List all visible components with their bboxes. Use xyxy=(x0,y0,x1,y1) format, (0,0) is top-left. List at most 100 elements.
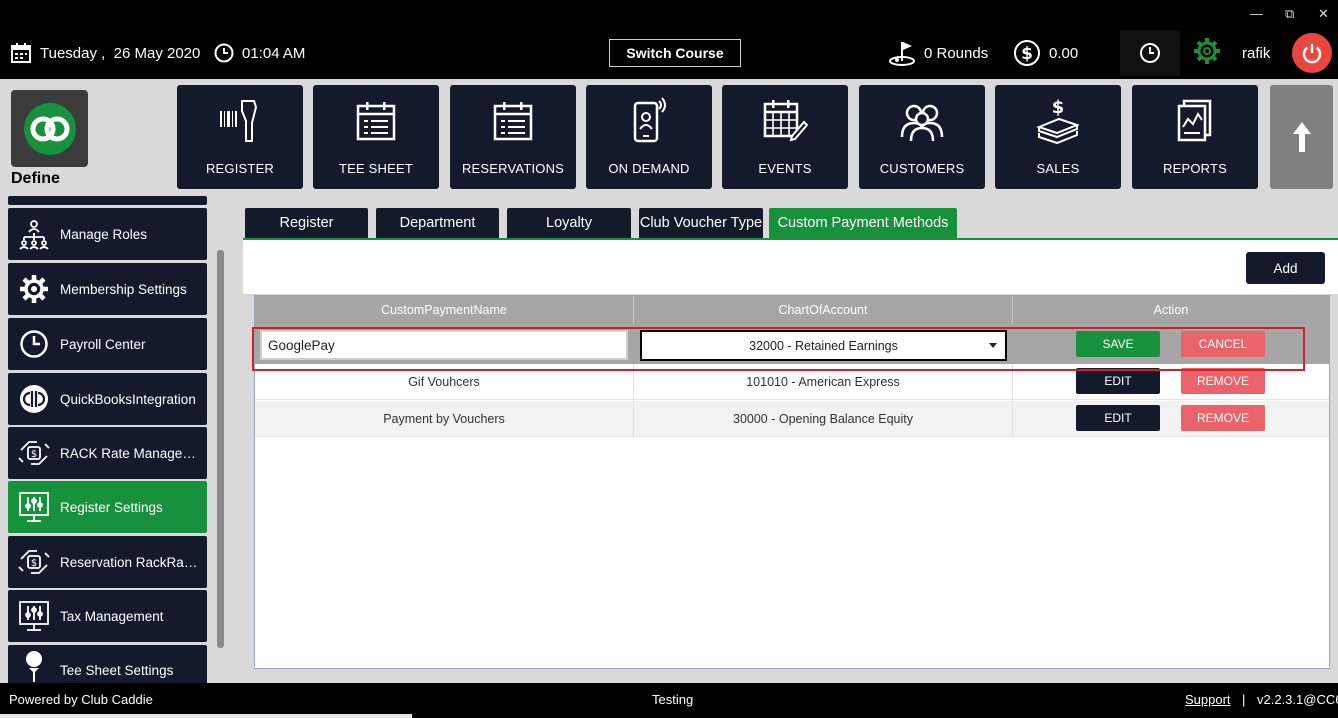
support-link[interactable]: Support xyxy=(1185,692,1231,707)
sidebar-item-label: RACK Rate Management xyxy=(60,445,200,461)
gear-icon xyxy=(20,275,48,303)
date-text: Tuesday , 26 May 2020 xyxy=(40,44,201,62)
sidebar-item-rack-rate[interactable]: $ RACK Rate Management xyxy=(8,427,207,479)
nav-sales[interactable]: $ SALES xyxy=(995,85,1121,189)
tab-loyalty[interactable]: Loyalty xyxy=(507,208,631,238)
action-cell: EDIT REMOVE xyxy=(1013,364,1329,400)
nav-events-label: EVENTS xyxy=(758,161,812,176)
action-cell: EDIT REMOVE xyxy=(1013,401,1329,437)
sidebar-item-tee-sheet-settings[interactable]: Tee Sheet Settings xyxy=(8,645,207,683)
column-header: Action xyxy=(1153,303,1189,317)
edit-row: GooglePay 32000 - Retained Earnings SAVE… xyxy=(255,324,1329,364)
settings-sidebar: Manage Roles Membership Settings Payroll… xyxy=(0,196,232,683)
svg-text:$: $ xyxy=(1021,44,1033,64)
account-cell: 30000 - Opening Balance Equity xyxy=(634,401,1013,437)
sidebar-item-label: Manage Roles xyxy=(60,226,148,242)
nav-tee-sheet[interactable]: TEE SHEET xyxy=(313,85,439,189)
define-label: Define xyxy=(11,170,60,187)
payment-methods-grid: CustomPaymentName ChartOfAccount Action … xyxy=(254,295,1330,669)
cash-display[interactable]: $ 0.00 xyxy=(1013,40,1078,66)
rounds-display[interactable]: 0 Rounds xyxy=(888,40,988,66)
mobile-user-icon xyxy=(633,97,666,143)
rounds-text: 0 Rounds xyxy=(924,44,989,62)
nav-on-demand[interactable]: ON DEMAND xyxy=(586,85,712,189)
sidebar-item-reservation-rackrate[interactable]: $ Reservation RackRate Management xyxy=(8,536,207,588)
sidebar-item-quickbooks[interactable]: QuickBooksIntegration xyxy=(8,373,207,425)
tab-club-voucher-type[interactable]: Club Voucher Type xyxy=(639,208,763,238)
sidebar-item-membership-settings[interactable]: Membership Settings xyxy=(8,263,207,315)
top-bar: — ⧉ ✕ Tuesday , 26 May 2020 01:04 AM Swi… xyxy=(0,0,1338,79)
add-button[interactable]: Add xyxy=(1246,252,1325,284)
sidebar-item-register-settings[interactable]: Register Settings xyxy=(8,481,207,533)
power-button[interactable] xyxy=(1292,33,1332,73)
save-button[interactable]: SAVE xyxy=(1076,331,1160,357)
nav-reservations-label: RESERVATIONS xyxy=(461,161,565,176)
sidebar-item-payroll-center[interactable]: Payroll Center xyxy=(8,318,207,370)
svg-text:$: $ xyxy=(31,449,37,460)
tab-department[interactable]: Department xyxy=(376,208,499,238)
reservations-icon xyxy=(493,102,533,141)
account-cell: 101010 - American Express xyxy=(634,364,1013,400)
restore-icon[interactable]: ⧉ xyxy=(1285,6,1294,22)
nav-tee-sheet-label: TEE SHEET xyxy=(338,161,414,176)
calendar-edit-icon xyxy=(763,100,808,142)
edit-button[interactable]: EDIT xyxy=(1076,368,1160,394)
tab-register[interactable]: Register xyxy=(245,208,368,238)
switch-course-button[interactable]: Switch Course xyxy=(609,39,741,67)
selected-account: 32000 - Retained Earnings xyxy=(749,338,898,353)
power-icon xyxy=(1302,44,1322,64)
collapse-nav-button[interactable] xyxy=(1270,85,1333,189)
sidebar-item-label: Tax Management xyxy=(60,608,164,624)
calendar-icon xyxy=(11,43,31,63)
reports-icon xyxy=(1177,99,1212,142)
column-header[interactable]: ChartOfAccount xyxy=(634,296,1013,324)
nav-customers[interactable]: CUSTOMERS xyxy=(859,85,985,189)
cash-text: 0.00 xyxy=(1049,44,1079,62)
svg-text:$: $ xyxy=(31,558,37,569)
close-icon[interactable]: ✕ xyxy=(1318,6,1329,22)
table-row[interactable]: Gif Vouhcers 101010 - American Express E… xyxy=(255,364,1329,400)
sidebar-scrollbar[interactable] xyxy=(217,250,224,648)
nav-sales-label: SALES xyxy=(1036,161,1080,176)
sidebar-item-label: Reservation RackRate Management xyxy=(60,554,200,570)
cancel-button[interactable]: CANCEL xyxy=(1181,331,1265,357)
nav-reports-label: REPORTS xyxy=(1162,161,1227,176)
toolbar: Add xyxy=(243,240,1338,294)
customers-icon xyxy=(900,104,944,142)
main-content: Register Department Loyalty Club Voucher… xyxy=(243,196,1338,683)
nav-events[interactable]: EVENTS xyxy=(722,85,848,189)
club-caddie-logo[interactable] xyxy=(11,90,88,167)
minimize-icon[interactable]: — xyxy=(1250,6,1263,21)
table-row[interactable]: Payment by Vouchers 30000 - Opening Bala… xyxy=(255,401,1329,437)
dollar-circle-icon: $ xyxy=(1014,40,1040,66)
tee-sheet-icon xyxy=(356,102,396,141)
settings-button[interactable] xyxy=(1192,38,1230,64)
time-clock-button[interactable] xyxy=(1120,30,1180,76)
clock-icon xyxy=(214,43,234,63)
payment-name-input[interactable]: GooglePay xyxy=(260,330,628,360)
org-chart-icon xyxy=(19,220,49,250)
edit-button[interactable]: EDIT xyxy=(1076,405,1160,431)
gear-icon xyxy=(1194,38,1220,64)
column-header[interactable]: CustomPaymentName xyxy=(255,296,634,324)
sidebar-item-label: Register Settings xyxy=(60,499,163,515)
barcode-scanner-icon xyxy=(220,100,258,142)
sales-icon: $ xyxy=(1036,97,1080,145)
nav-register-label: REGISTER xyxy=(205,161,275,176)
nav-register[interactable]: REGISTER xyxy=(177,85,303,189)
rate-exchange-icon: $ xyxy=(18,550,50,574)
sidebar-item-partial[interactable] xyxy=(8,196,207,205)
remove-button[interactable]: REMOVE xyxy=(1181,405,1265,431)
date-display: Tuesday , 26 May 2020 xyxy=(10,40,200,66)
time-text: 01:04 AM xyxy=(242,44,306,62)
nav-reservations[interactable]: RESERVATIONS xyxy=(450,85,576,189)
chart-of-account-select[interactable]: 32000 - Retained Earnings xyxy=(640,330,1007,361)
nav-reports[interactable]: REPORTS xyxy=(1132,85,1258,189)
remove-button[interactable]: REMOVE xyxy=(1181,368,1265,394)
tab-custom-payment-methods[interactable]: Custom Payment Methods xyxy=(769,208,957,238)
username[interactable]: rafik xyxy=(1242,40,1270,66)
nav-customers-label: CUSTOMERS xyxy=(879,161,965,176)
sidebar-item-manage-roles[interactable]: Manage Roles xyxy=(8,208,207,260)
time-display: 01:04 AM xyxy=(214,40,305,66)
sidebar-item-tax-management[interactable]: Tax Management xyxy=(8,590,207,642)
